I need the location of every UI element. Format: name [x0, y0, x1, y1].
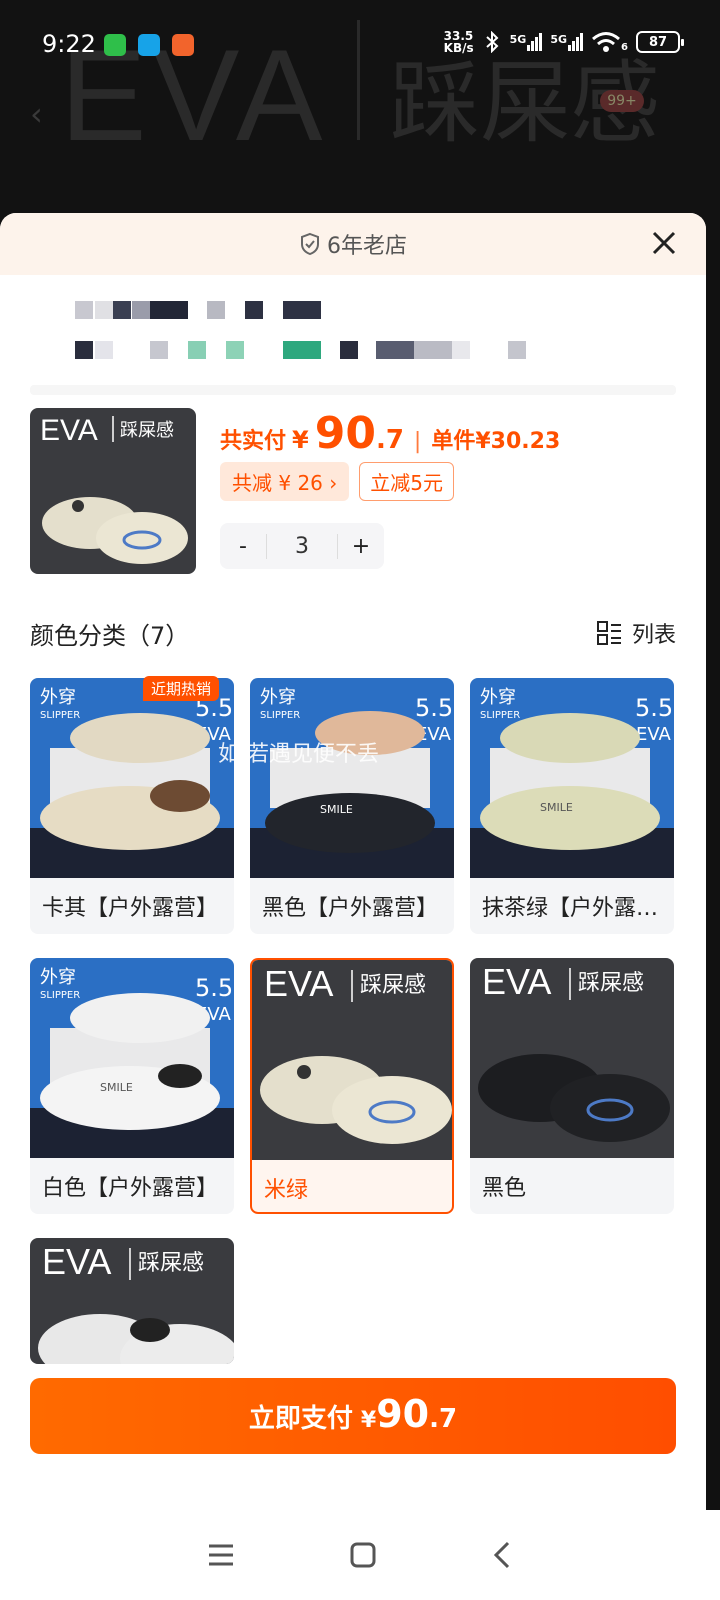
decrement-button[interactable]: - [220, 534, 266, 559]
cart-badge: 99+ [600, 90, 644, 112]
option-label: 白色【户外露营】 [42, 1176, 219, 1201]
home-icon[interactable] [349, 1541, 377, 1569]
system-nav-bar [0, 1510, 720, 1600]
battery-icon: 87 [636, 31, 684, 53]
option-image: 外穿 SLIPPER 5.5 EVA [30, 678, 234, 878]
shipping-address-redacted[interactable] [0, 275, 706, 387]
total-currency: ¥ [292, 426, 309, 454]
option-image: 外穿 SLIPPER 5.5 EVA SMILE [470, 678, 674, 878]
outdoor-text: 外穿 [260, 687, 296, 708]
app-notification-icon [138, 34, 160, 56]
list-view-toggle[interactable]: 列表 [596, 617, 676, 649]
total-price-dec: .7 [375, 425, 404, 455]
brand-text: 踩屎感 [360, 973, 426, 998]
color-option-black-outdoor[interactable]: 外穿 SLIPPER 5.5 EVA SMILE 黑色【户外露营】 [250, 678, 454, 934]
color-options-title: 颜色分类（7） [30, 621, 190, 650]
close-icon[interactable] [648, 227, 680, 259]
price-separator: | [413, 429, 422, 454]
hot-selling-badge: 近期热销 [143, 676, 220, 701]
pay-amount-dec: .7 [429, 1404, 458, 1434]
option-image: EVA 踩屎感 [30, 1238, 234, 1364]
brand-text: 踩屎感 [578, 971, 644, 996]
slipper-text: SLIPPER [480, 710, 520, 721]
pay-now-button[interactable]: 立即支付 ¥ 90 .7 [30, 1378, 676, 1454]
status-bar: 9:22 33.5 KB/s 5G 5G 6 87 [0, 0, 720, 90]
thumb-brand-text: 踩屎感 [120, 420, 174, 441]
brand-text: 踩屎感 [138, 1251, 204, 1276]
option-label: 卡其【户外露营】 [42, 896, 219, 921]
list-view-label: 列表 [631, 623, 676, 648]
color-option-black[interactable]: EVA 踩屎感 黑色 [470, 958, 674, 1214]
unit-label: 单件 [431, 429, 476, 454]
eva-text: EVA [264, 963, 333, 1004]
pay-amount-int: 90 [376, 1392, 430, 1436]
smile-text: SMILE [100, 1081, 133, 1094]
sheet-header: 6年老店 [0, 213, 706, 275]
shop-age-title: 6年老店 [299, 228, 407, 260]
increment-button[interactable]: + [338, 534, 384, 559]
eva-text: EVA [636, 724, 672, 745]
signal-sim2-icon: 5G [550, 33, 584, 51]
thickness-text: 5.5 [635, 694, 673, 722]
shield-check-icon [301, 232, 319, 256]
discount-tags: 共减 ¥ 26 › 立减5元 [220, 462, 454, 501]
back-icon[interactable] [490, 1540, 514, 1570]
instant-discount-tag: 立减5元 [359, 462, 454, 501]
eva-text: EVA [482, 961, 551, 1002]
pay-currency: ¥ [360, 1408, 377, 1433]
thickness-text: 5.5 [195, 974, 233, 1002]
thickness-text: 5.5 [415, 694, 453, 722]
slipper-text: SLIPPER [40, 710, 80, 721]
section-divider [30, 385, 676, 395]
outdoor-text: 外穿 [480, 687, 516, 708]
outdoor-text: 外穿 [40, 967, 76, 988]
wechat-icon [104, 34, 126, 56]
color-option-matcha-green[interactable]: 外穿 SLIPPER 5.5 EVA SMILE 抹茶绿【户外露营】 [470, 678, 674, 934]
quantity-stepper: - 3 + [220, 523, 384, 569]
unit-price: ¥30.23 [475, 429, 561, 454]
menu-icon[interactable] [206, 1542, 236, 1568]
outdoor-text: 外穿 [40, 687, 76, 708]
pay-now-label: 立即支付 [248, 1404, 353, 1434]
option-label: 黑色【户外露营】 [262, 896, 439, 921]
thumb-eva-text: EVA [40, 414, 98, 447]
total-price-row: 共实付 ¥ 90 .7 | 单件 ¥30.23 [220, 408, 560, 459]
color-option-white-outdoor[interactable]: 外穿 SLIPPER 5.5 EVA SMILE 白色【户外露营】 [30, 958, 234, 1214]
list-view-icon [596, 621, 621, 645]
signal-sim1-icon: 5G [510, 33, 543, 51]
taobao-notification-icon [172, 34, 194, 56]
color-options-header: 颜色分类（7） 列表 [30, 613, 676, 653]
smile-text: SMILE [540, 801, 573, 814]
color-option-beige-green-selected[interactable]: EVA 踩屎感 米绿 [250, 958, 454, 1214]
option-label: 抹茶绿【户外露营】 [482, 896, 664, 921]
product-thumbnail[interactable]: EVA 踩屎感 [30, 408, 196, 574]
option-label: 米绿 [264, 1178, 309, 1203]
quantity-value[interactable]: 3 [266, 533, 338, 559]
total-label: 共实付 [220, 429, 287, 454]
color-option-khaki[interactable]: 外穿 SLIPPER 5.5 EVA 卡其【户外露营】 [30, 678, 234, 934]
color-option-seventh[interactable]: EVA 踩屎感 [30, 1238, 234, 1364]
watermark-text: 如.若遇见便不丢 [218, 742, 379, 767]
total-price-int: 90 [314, 408, 376, 459]
option-image: EVA 踩屎感 [252, 960, 452, 1160]
eva-text: EVA [42, 1241, 111, 1282]
order-summary: EVA 踩屎感 共实付 ¥ 90 .7 | 单件 ¥30.23 共减 ¥ 26 … [30, 408, 676, 578]
bluetooth-icon [485, 31, 499, 53]
slipper-text: SLIPPER [260, 710, 300, 721]
slipper-text: SLIPPER [40, 990, 80, 1001]
option-image: EVA 踩屎感 [470, 958, 674, 1158]
status-time: 9:22 [42, 30, 96, 58]
sku-selector-sheet: 6年老店 EVA 踩屎感 共实付 ¥ 90 .7 | 单件 ¥30.23 共减 … [0, 213, 706, 1600]
option-image: 外穿 SLIPPER 5.5 EVA SMILE [250, 678, 454, 878]
option-image: 外穿 SLIPPER 5.5 EVA SMILE [30, 958, 234, 1158]
net-speed: 33.5 KB/s [443, 29, 474, 55]
smile-text: SMILE [320, 803, 353, 816]
option-label: 黑色 [482, 1176, 527, 1201]
wifi-icon: 6 [591, 31, 628, 53]
back-arrow-icon[interactable]: ‹ [30, 95, 43, 133]
total-discount-tag[interactable]: 共减 ¥ 26 › [220, 462, 350, 501]
